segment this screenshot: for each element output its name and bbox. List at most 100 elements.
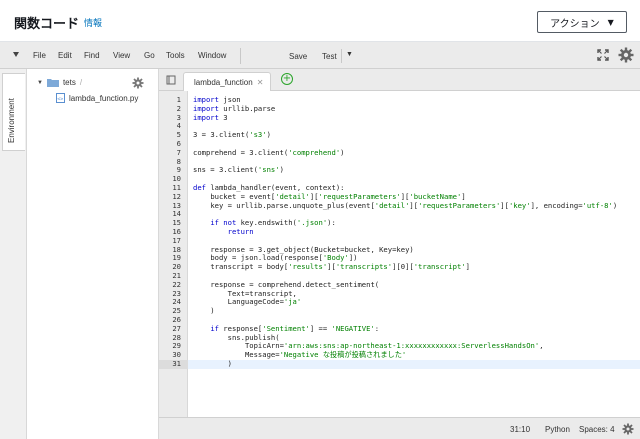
actions-button[interactable]: アクション ▼ <box>537 11 627 33</box>
menu-go[interactable]: Go <box>144 51 155 60</box>
editor-statusbar: 31:10 Python Spaces: 4 <box>159 417 640 439</box>
code-token: ][ <box>409 200 419 210</box>
code-token: Key <box>379 244 393 254</box>
code-token: parse <box>266 200 289 210</box>
menu-file[interactable]: File <box>33 51 46 60</box>
code-string: 'sns' <box>257 165 280 175</box>
code-token: Bucket <box>314 244 341 254</box>
document-icon <box>166 75 176 85</box>
menu-tools[interactable]: Tools <box>166 51 185 60</box>
add-tab-icon[interactable]: + <box>281 73 293 85</box>
code-token: ][ <box>500 200 509 210</box>
tree-folder-row[interactable]: ▼ tets / <box>37 78 82 87</box>
code-string: 'comprehend' <box>288 147 341 157</box>
code-token: 3. <box>249 147 258 157</box>
code-line[interactable]: ) <box>193 306 214 316</box>
code-token: sns <box>193 165 206 175</box>
code-token: , <box>292 288 297 298</box>
code-token: ) <box>279 165 284 175</box>
code-string: 'arn:aws:sns:ap-northeast-1:xxxxxxxxxxxx… <box>283 341 540 351</box>
close-icon[interactable]: ✕ <box>257 78 264 87</box>
page-title: 関数コード <box>14 17 80 32</box>
save-button[interactable]: Save <box>289 52 307 61</box>
tab-lambda-function[interactable]: lambda_function ✕ <box>183 72 271 92</box>
code-line[interactable]: ) <box>193 359 232 369</box>
code-line[interactable]: comprehend = 3.client('comprehend') <box>193 147 345 158</box>
code-token: Message <box>244 350 276 360</box>
code-token: client <box>227 165 254 175</box>
code-line[interactable]: sns = 3.client('sns') <box>193 165 284 175</box>
code-editor[interactable]: import json import urllib.parse import 33 … <box>188 91 640 417</box>
code-string: 'NEGATIVE' <box>331 323 375 333</box>
code-token: = <box>244 279 258 289</box>
cursor-position[interactable]: 31:10 <box>510 425 530 434</box>
language-mode[interactable]: Python <box>545 425 570 434</box>
actions-button-label: アクション <box>550 18 600 30</box>
code-token: = <box>253 262 267 272</box>
tab-label: lambda_function <box>194 78 253 87</box>
code-token: response <box>223 323 258 333</box>
code-token: ( <box>374 279 380 289</box>
code-token: , <box>370 244 380 254</box>
gear-icon[interactable] <box>618 47 634 63</box>
code-string: 'utf-8' <box>582 200 613 210</box>
code-token: , <box>539 341 544 351</box>
code-line[interactable]: key = urllib.parse.unquote_plus(event['d… <box>193 200 617 211</box>
code-string: 'results' <box>288 262 328 272</box>
code-token: response <box>210 279 245 289</box>
code-token: = <box>205 165 219 175</box>
editor-settings-gear-icon[interactable] <box>622 423 634 435</box>
code-string: 'bucketName' <box>409 191 462 201</box>
test-dropdown-icon[interactable]: ▼ <box>346 51 353 58</box>
file-tree: ▼ tets / <> lambda_function.py <box>27 69 159 439</box>
code-token: load <box>262 253 280 263</box>
function-code-header: 関数コード 情報 アクション ▼ <box>0 0 640 42</box>
info-link[interactable]: 情報 <box>84 16 102 29</box>
menu-find[interactable]: Find <box>84 51 100 60</box>
menu-separator <box>240 48 241 64</box>
code-token: ] <box>465 262 470 272</box>
menu-window[interactable]: Window <box>198 51 226 60</box>
code-token: context <box>305 183 336 192</box>
code-token: urllib <box>223 103 250 113</box>
code-string: 'Body' <box>322 253 349 263</box>
code-token: get_object <box>266 244 310 254</box>
test-button[interactable]: Test <box>322 52 337 61</box>
code-keyword: def <box>193 183 206 192</box>
fullscreen-icon[interactable] <box>597 49 609 61</box>
indent-setting[interactable]: Spaces: 4 <box>579 425 615 434</box>
code-line[interactable]: import 3 <box>193 113 228 123</box>
line-number-gutter: 1 2 3 4 5 6 7 8 9 10 11 12 13 14 15 16 17 18 19 20 21 22 23 24 2… <box>159 91 188 417</box>
code-keyword: import <box>193 103 219 113</box>
code-string: 'requestParameters' <box>318 191 401 201</box>
tree-file-row[interactable]: <> lambda_function.py <box>56 93 138 103</box>
menu-edit[interactable]: Edit <box>58 51 72 60</box>
menu-view[interactable]: View <box>113 51 130 60</box>
code-line[interactable]: return <box>193 227 254 237</box>
code-token: unquote_plus <box>292 200 345 210</box>
collapse-triangle-icon[interactable] <box>13 52 19 57</box>
code-string: 'detail' <box>275 191 310 201</box>
code-token: ( <box>275 332 280 342</box>
menu-separator <box>341 49 342 63</box>
code-token: encoding <box>543 200 579 210</box>
code-token: urllib <box>236 200 263 210</box>
code-token: ] == <box>309 323 332 333</box>
code-keyword: not <box>223 218 237 228</box>
code-token: , <box>296 183 306 192</box>
expand-triangle-icon[interactable]: ▼ <box>37 80 43 86</box>
code-token: ], <box>530 200 544 210</box>
code-line[interactable]: 3 = 3.client('s3') <box>193 130 271 140</box>
code-line[interactable]: transcript = body['results']['transcript… <box>193 262 470 272</box>
code-string: 'Negative な投稿が投稿されました' <box>279 350 407 360</box>
code-token: ) <box>340 147 345 157</box>
code-string: 'key' <box>508 200 531 210</box>
code-token: event <box>348 200 371 210</box>
code-token: key <box>240 218 254 228</box>
tree-settings-gear-icon[interactable] <box>132 77 144 89</box>
